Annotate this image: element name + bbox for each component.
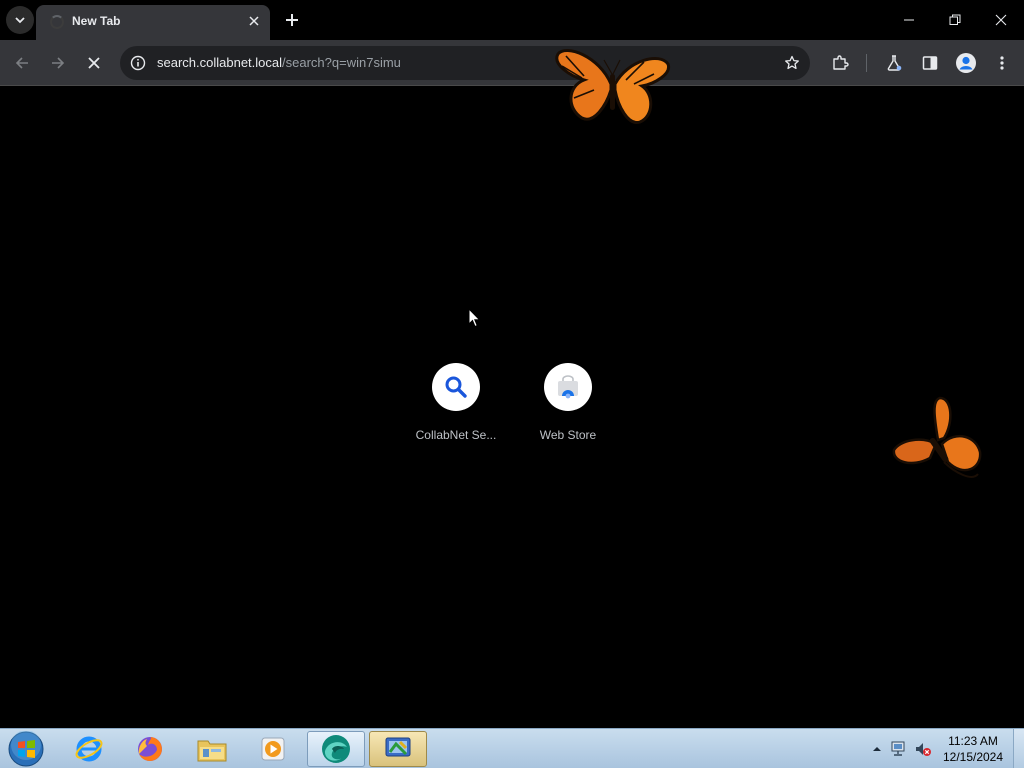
tab-search-button[interactable] — [6, 6, 34, 34]
minimize-icon — [904, 19, 914, 21]
close-icon — [249, 16, 259, 26]
tab-new-tab[interactable]: New Tab — [36, 5, 270, 40]
back-button[interactable] — [6, 47, 38, 79]
chevron-down-icon — [15, 17, 25, 24]
taskbar-media-player[interactable] — [244, 731, 302, 767]
url-path: /search?q=win7simu — [282, 55, 401, 70]
puzzle-icon — [833, 55, 849, 70]
arrow-left-icon — [15, 57, 28, 69]
browser-app-icon — [322, 735, 350, 763]
profile-button[interactable] — [950, 47, 982, 79]
url-text[interactable]: search.collabnet.local/search?q=win7simu — [157, 55, 401, 70]
volume-muted-icon — [916, 743, 931, 756]
tab-title: New Tab — [72, 14, 121, 28]
address-bar[interactable]: search.collabnet.local/search?q=win7simu — [120, 46, 810, 80]
close-window-button[interactable] — [978, 0, 1024, 40]
volume-tray-button[interactable] — [914, 740, 932, 758]
shortcut-icon-tile — [544, 363, 592, 411]
info-icon — [130, 55, 146, 71]
start-button[interactable] — [6, 730, 46, 768]
chevron-up-icon — [873, 747, 881, 751]
butterfly-icon — [555, 49, 671, 124]
network-icon — [891, 741, 905, 756]
shortcut-icon-tile — [432, 363, 480, 411]
plus-icon — [286, 14, 298, 26]
browser-toolbar: search.collabnet.local/search?q=win7simu — [0, 40, 1024, 86]
taskbar-browser-app[interactable] — [307, 731, 365, 767]
shortcut-label: CollabNet Se... — [415, 428, 497, 442]
forward-button[interactable] — [42, 47, 74, 79]
file-explorer-icon — [197, 740, 227, 762]
web-store-icon — [558, 375, 578, 399]
flask-icon — [887, 55, 902, 71]
close-icon — [995, 14, 1007, 26]
control-app-icon — [385, 737, 411, 757]
bookmark-button[interactable] — [780, 51, 804, 75]
internet-explorer-icon — [75, 736, 103, 762]
restore-button[interactable] — [932, 0, 978, 40]
labs-button[interactable] — [878, 47, 910, 79]
network-tray-button[interactable] — [890, 740, 908, 758]
tab-close-button[interactable] — [244, 11, 264, 31]
shortcut-collabnet-search[interactable]: CollabNet Se... — [400, 363, 512, 453]
url-host: search.collabnet.local — [157, 55, 283, 70]
side-panel-button[interactable] — [914, 47, 946, 79]
arrow-right-icon — [52, 57, 65, 69]
windows-taskbar: 11:23 AM 12/15/2024 — [0, 728, 1024, 768]
clock-time: 11:23 AM — [948, 734, 998, 748]
title-bar: New Tab — [0, 0, 1024, 40]
new-tab-page: CollabNet Se... Web Store — [0, 87, 1024, 728]
show-hidden-icons-button[interactable] — [868, 740, 886, 758]
clock-date: 12/15/2024 — [942, 750, 1004, 764]
taskbar-clock[interactable]: 11:23 AM 12/15/2024 — [936, 733, 1010, 765]
media-player-icon — [261, 737, 285, 761]
side-panel-icon — [922, 56, 938, 70]
restore-icon — [949, 14, 961, 25]
more-vertical-icon — [1000, 56, 1004, 70]
windows-logo-icon — [8, 731, 44, 767]
search-icon — [445, 376, 467, 398]
shortcut-web-store[interactable]: Web Store — [512, 363, 624, 453]
loading-spinner-icon — [50, 15, 64, 29]
site-info-button[interactable] — [126, 51, 150, 75]
taskbar-file-explorer[interactable] — [183, 731, 241, 767]
taskbar-firefox[interactable] — [121, 731, 179, 767]
butterfly-icon — [892, 396, 982, 478]
new-tab-button[interactable] — [278, 6, 306, 34]
menu-button[interactable] — [986, 47, 1018, 79]
show-desktop-button[interactable] — [1013, 729, 1024, 768]
toolbar-divider — [866, 54, 867, 72]
firefox-icon — [138, 737, 162, 761]
star-icon — [785, 55, 799, 70]
extensions-button[interactable] — [824, 47, 856, 79]
shortcut-label: Web Store — [539, 428, 597, 442]
minimize-button[interactable] — [886, 0, 932, 40]
avatar-icon — [956, 53, 976, 73]
taskbar-control-app[interactable] — [369, 731, 427, 767]
taskbar-internet-explorer[interactable] — [60, 731, 118, 767]
stop-loading-button[interactable] — [78, 47, 110, 79]
mouse-cursor-icon — [468, 308, 481, 328]
close-icon — [88, 57, 100, 69]
